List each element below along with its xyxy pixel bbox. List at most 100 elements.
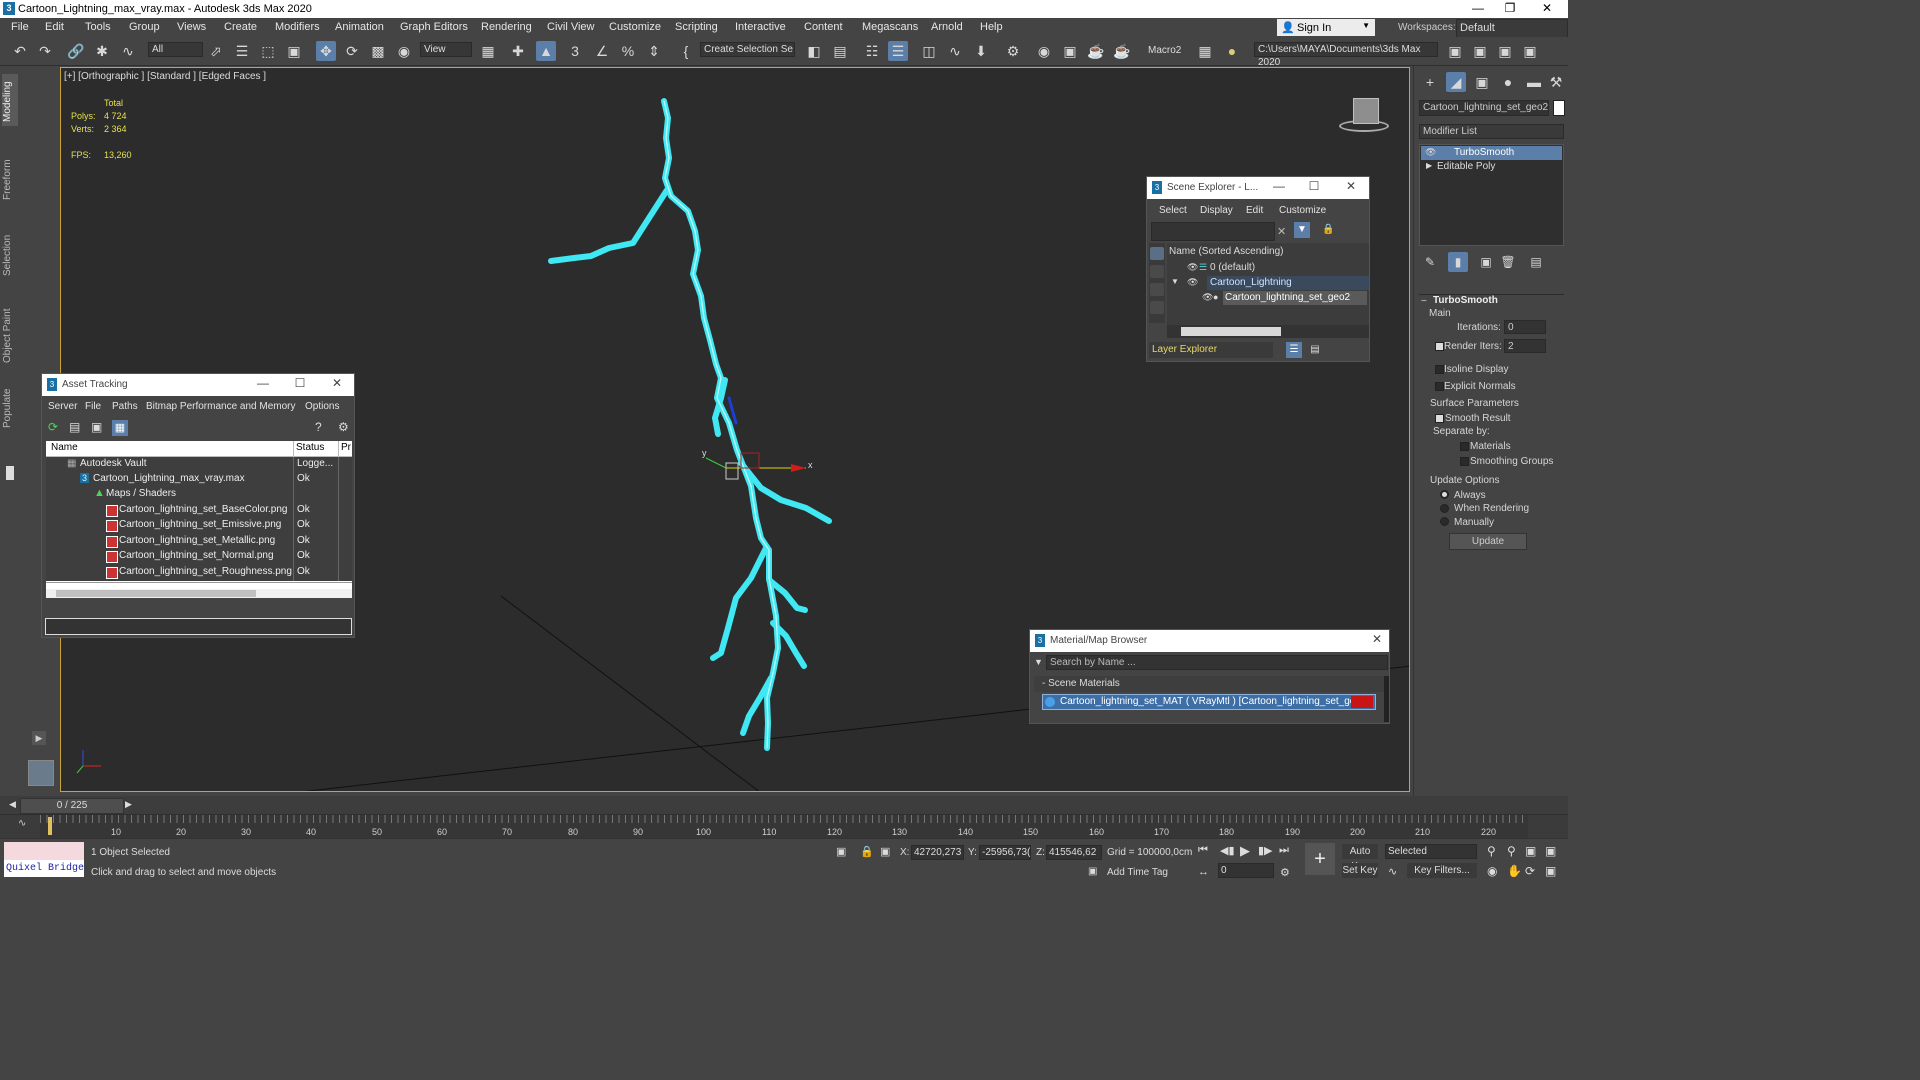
smooth-result-checkbox[interactable] (1435, 414, 1444, 423)
close-icon[interactable]: ✕ (1341, 179, 1361, 193)
render-icon[interactable]: ☕ (1086, 41, 1106, 61)
render-iters-checkbox[interactable] (1435, 342, 1444, 351)
isolate-selection-icon[interactable]: ▣ (836, 845, 846, 858)
menu-tools[interactable]: Tools (85, 21, 111, 33)
viewport-layout-thumbnail[interactable] (28, 760, 54, 786)
maxscript-listener-input[interactable]: Quixel Bridge (4, 860, 84, 877)
close-icon[interactable]: ✕ (1367, 632, 1387, 646)
tree-item-cartoon-lightning[interactable]: Cartoon_Lightning (1210, 277, 1292, 288)
link-icon[interactable]: 🔗 (66, 41, 86, 61)
menu-edit[interactable]: Edit (1246, 205, 1263, 216)
layer-manager-icon[interactable]: ☷ (862, 41, 882, 61)
remove-modifier-icon[interactable]: 🗑 (1498, 252, 1518, 272)
when-rendering-radio[interactable] (1440, 504, 1449, 513)
menu-civil-view[interactable]: Civil View (547, 21, 594, 33)
vault-icon[interactable]: ⚙ (338, 420, 349, 434)
named-selection-dropdown[interactable]: Create Selection Se (700, 42, 795, 57)
modifier-list-dropdown[interactable]: Modifier List (1419, 124, 1564, 139)
project-settings-icon[interactable]: ▣ (1495, 41, 1515, 61)
close-icon[interactable]: ✕ (327, 376, 347, 390)
rect-selection-icon[interactable]: ⬚ (258, 41, 278, 61)
table-row[interactable]: ▲ Maps / Shaders (46, 487, 352, 502)
orbit-icon[interactable]: ⟳ (1525, 864, 1535, 878)
menu-paths[interactable]: Paths (112, 401, 138, 412)
align-icon[interactable]: ▤ (830, 41, 850, 61)
expand-layout-icon[interactable]: ▶ (32, 731, 46, 745)
frame-readout[interactable]: 0 / 225 (20, 798, 124, 814)
set-key-button[interactable]: Set Key (1342, 863, 1378, 878)
selection-lock-icon[interactable]: 🔒 (860, 845, 874, 858)
menu-rendering[interactable]: Rendering (481, 21, 532, 33)
menu-bitmap-performance[interactable]: Bitmap Performance and Memory (146, 401, 296, 412)
material-browser-titlebar[interactable]: 3 Material/Map Browser ✕ (1030, 630, 1389, 652)
render-setup-icon[interactable]: ⚙ (1003, 41, 1023, 61)
expand-triangle-icon[interactable]: ▶ (1426, 161, 1432, 170)
curve-editor-icon[interactable]: ◫ (919, 41, 939, 61)
eye-icon[interactable]: 👁 (1202, 292, 1213, 303)
make-unique-icon[interactable]: ▣ (1476, 252, 1496, 272)
table-row[interactable]: ▦ Autodesk Vault Logge... (46, 457, 352, 472)
object-name-field[interactable]: Cartoon_lightning_set_geo2 (1419, 100, 1549, 116)
thumbnail-view-icon[interactable]: ▣ (91, 420, 102, 434)
eye-icon[interactable]: 👁 (1187, 277, 1198, 288)
schematic-view-icon[interactable]: ∿ (945, 41, 965, 61)
macro-label[interactable]: Macro2 (1148, 45, 1181, 56)
menu-display[interactable]: Display (1200, 205, 1233, 216)
material-item[interactable]: Cartoon_lightning_set_MAT ( VRayMtl ) [C… (1042, 694, 1376, 710)
time-config-icon[interactable]: ⚙ (1280, 866, 1290, 879)
edit-named-selection-icon[interactable]: { (676, 41, 696, 61)
default-in-out-icon[interactable]: ∿ (1388, 865, 1397, 878)
scene-explorer-icon[interactable]: ☰ (888, 41, 908, 61)
project-path-dropdown[interactable]: C:\Users\MAYA\Documents\3ds Max 2020 (1254, 42, 1438, 68)
maximize-viewport-icon[interactable]: ▣ (1545, 864, 1556, 878)
stack-item-turbosmooth[interactable]: 👁 TurboSmooth (1421, 146, 1562, 160)
close-icon[interactable]: ✕ (1532, 1, 1562, 17)
zoom-extents-all-icon[interactable]: ▣ (1545, 844, 1556, 858)
menu-group[interactable]: Group (129, 21, 160, 33)
tree-item-geo2[interactable]: Cartoon_lightning_set_geo2 (1225, 292, 1350, 303)
pin-stack-icon[interactable]: ✎ (1420, 252, 1440, 272)
display-layers-icon[interactable] (1150, 247, 1164, 260)
table-row[interactable]: Cartoon_lightning_set_Emissive.png Ok (46, 518, 352, 533)
selection-filter-dropdown[interactable]: All (148, 42, 203, 57)
table-row[interactable]: Cartoon_lightning_set_Metallic.png Ok (46, 534, 352, 549)
move-icon[interactable]: ✥ (316, 41, 336, 61)
lock-icon[interactable]: 🔒 (1322, 224, 1334, 235)
ai-icon[interactable]: ● (1222, 41, 1242, 61)
col-name[interactable]: Name (51, 442, 78, 453)
render-iterative-icon[interactable]: ☕ (1112, 41, 1132, 61)
menu-options[interactable]: Options (305, 401, 339, 412)
hierarchy-explorer-icon[interactable]: ▤ (1307, 342, 1323, 358)
menu-file[interactable]: File (11, 21, 29, 33)
motion-tab-icon[interactable]: ● (1498, 72, 1518, 92)
eye-icon[interactable]: 👁 (1187, 262, 1198, 273)
undo-icon[interactable]: ↶ (10, 41, 30, 61)
refresh-icon[interactable]: ⟳ (48, 420, 58, 434)
mirror-icon[interactable]: ◧ (804, 41, 824, 61)
menu-views[interactable]: Views (177, 21, 206, 33)
menu-edit[interactable]: Edit (45, 21, 64, 33)
key-filters-button[interactable]: Key Filters... (1407, 863, 1477, 878)
show-end-result-icon[interactable]: ▮ (1448, 252, 1468, 272)
x-coordinate-field[interactable]: 42720,273 (911, 845, 964, 860)
key-mode-icon[interactable]: ↔ (1198, 866, 1209, 878)
prev-key-icon[interactable]: ◀▮ (1220, 844, 1235, 857)
iterations-spinner[interactable]: 0 (1504, 320, 1546, 334)
turbosmooth-rollout-title[interactable]: TurboSmooth (1433, 295, 1498, 306)
placement-icon[interactable]: ◉ (394, 41, 414, 61)
pan-icon[interactable]: ✋ (1507, 864, 1522, 878)
menu-customize[interactable]: Customize (609, 21, 661, 33)
table-row[interactable]: 3 Cartoon_Lightning_max_vray.max Ok (46, 472, 352, 487)
list-view-icon[interactable]: ▤ (69, 420, 80, 434)
app-icon[interactable]: 3 (3, 2, 15, 15)
eye-icon[interactable]: 👁 (1425, 147, 1436, 158)
project-folder-icon[interactable]: ▣ (1445, 41, 1465, 61)
set-key-big-button[interactable]: + (1305, 843, 1335, 875)
workspace-dropdown[interactable]: Default (1456, 19, 1568, 38)
menu-graph-editors[interactable]: Graph Editors (400, 21, 468, 33)
display-lights-icon[interactable] (1150, 283, 1164, 296)
tab-selection[interactable]: Selection (2, 231, 20, 279)
key-mode-dropdown[interactable]: Selected (1385, 844, 1477, 859)
tab-object-paint[interactable]: Object Paint (2, 306, 20, 366)
menu-modifiers[interactable]: Modifiers (275, 21, 320, 33)
